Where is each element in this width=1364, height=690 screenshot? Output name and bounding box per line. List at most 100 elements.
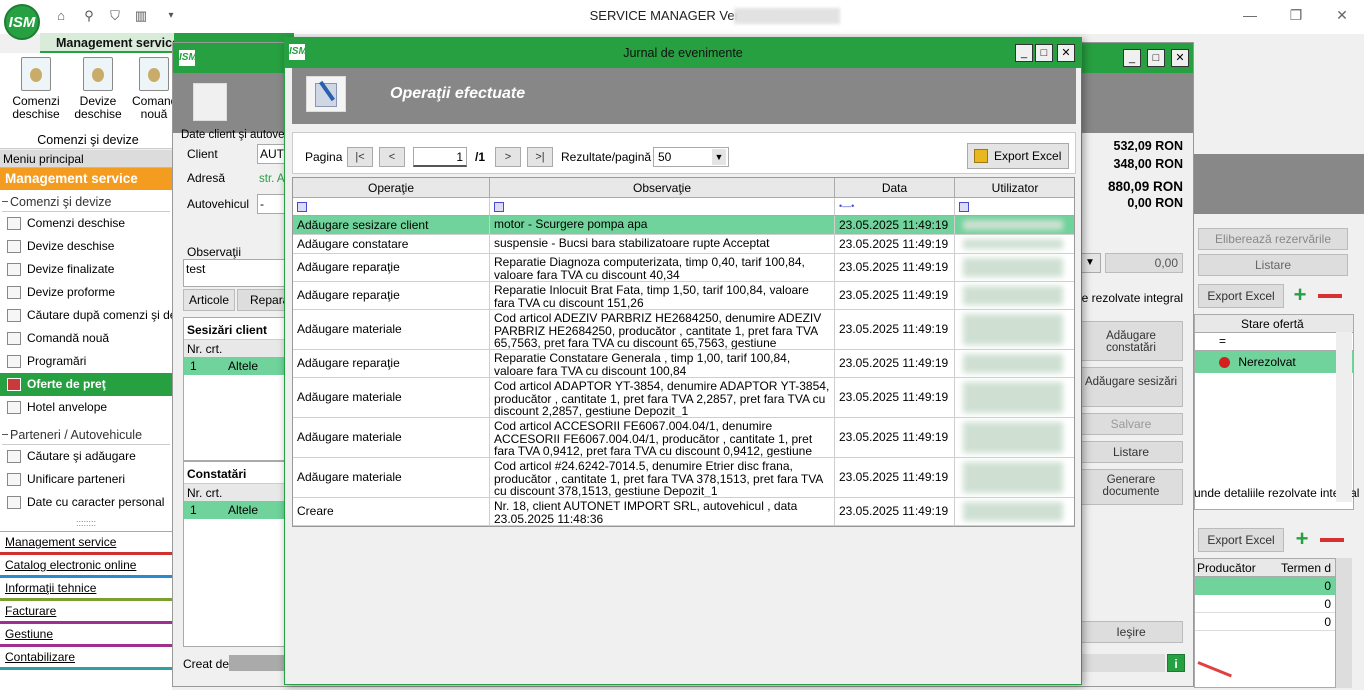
per-page-select[interactable]: 50 ▼ [653,147,729,167]
table-row[interactable]: Adăugare materiale Cod articol ACCESORII… [293,418,1074,458]
customize-icon[interactable]: ▾ [162,8,180,24]
sidebar-item-price-offers[interactable]: Oferte de preţ [0,373,172,396]
info-icon[interactable]: i [1167,654,1185,672]
save-button[interactable]: Salvare [1079,413,1183,435]
table-row[interactable]: Adăugare sesizare client motor - Scurger… [293,216,1074,235]
table-row[interactable]: Creare Nr. 18, client AUTONET IMPORT SRL… [293,498,1074,526]
constatari-row[interactable]: 1 Altele [184,501,284,519]
sidebar-item-finalized-quotes[interactable]: Devize finalizate [0,258,172,281]
sidebar-item-open-quotes[interactable]: Devize deschise [0,235,172,258]
offer-close-button[interactable]: ✕ [1171,49,1189,67]
nav-accounting[interactable]: Contabilizare [0,647,172,670]
last-page-button[interactable]: >| [527,147,553,167]
col-operatie[interactable]: Operaţie [293,178,490,198]
client-field[interactable]: AUTONET IMPORT SRL [257,144,285,164]
offer-minimize-button[interactable]: _ [1123,49,1141,67]
filter-data[interactable]: •—• [835,198,955,216]
bottom-scrollbar[interactable] [1336,558,1352,688]
home-icon[interactable]: ⌂ [52,8,70,24]
vehicle-field[interactable]: - [257,194,285,214]
export-excel-2-button[interactable]: Export Excel [1198,528,1284,552]
table-row[interactable]: Adăugare reparaţie Reparatie Constatare … [293,350,1074,378]
ribbon-new-order-button[interactable]: Comandă nouă [132,57,176,121]
event-log-maximize-button[interactable]: □ [1035,44,1053,62]
free-reservations-button[interactable]: Eliberează rezervările [1198,228,1348,250]
add-2-icon[interactable]: + [1290,528,1314,552]
prev-page-button[interactable]: < [379,147,405,167]
export-excel-button[interactable]: Export Excel [1198,284,1284,308]
sidebar-item-proforma-quotes[interactable]: Devize proforme [0,281,172,304]
filter-observatie[interactable] [490,198,835,216]
nav-inventory[interactable]: Gestiune [0,624,172,647]
add-sesizari-button[interactable]: Adăugare sesizări [1079,367,1183,407]
bottom-row-1[interactable]: 0 [1195,577,1335,595]
user-redacted [963,258,1063,277]
ribbon-open-quotes-button[interactable]: Devize deschise [70,57,126,121]
sesizari-row[interactable]: 1 Altele [184,357,284,375]
generate-documents-button[interactable]: Generare documente [1079,469,1183,505]
barcode-icon[interactable]: ▥ [132,8,150,24]
close-button[interactable]: ✕ [1330,6,1354,24]
right-scrollbar[interactable] [1336,332,1352,502]
search-icon[interactable]: ⚲ [80,8,98,24]
stare-filter[interactable]: = [1195,333,1353,351]
col-data[interactable]: Data [835,178,955,198]
bottom-row-3[interactable]: 0 [1195,613,1335,631]
table-row[interactable]: Adăugare materiale Cod articol ADAPTOR Y… [293,378,1074,418]
add-constatari-button[interactable]: Adăugare constatări [1079,321,1183,361]
offer-maximize-button[interactable]: □ [1147,49,1165,67]
remove-2-icon[interactable] [1320,528,1344,552]
ribbon-tab-management[interactable]: Management service [40,33,174,53]
listing-right-button[interactable]: Listare [1198,254,1348,276]
ribbon-open-orders-button[interactable]: Comenzi deschise [8,57,64,121]
col-utilizator[interactable]: Utilizator [955,178,1074,198]
listing-button[interactable]: Listare [1079,441,1183,463]
remove-icon[interactable] [1318,284,1342,308]
export-excel-modal-button[interactable]: Export Excel [967,143,1069,169]
tab-repairs[interactable]: Reparaţii [237,289,285,311]
amount-field[interactable]: 0,00 [1105,253,1183,273]
quotes-icon [83,57,113,91]
tab-articles[interactable]: Articole [183,289,235,311]
nav-tech-info[interactable]: Informaţii tehnice [0,578,172,601]
sidebar-group-orders[interactable]: Comenzi şi devize [2,192,170,212]
user-redacted [963,502,1063,521]
add-icon[interactable]: + [1288,284,1312,308]
chevron-down-icon: ▼ [712,149,726,165]
filter-icon[interactable]: ⛉ [106,8,124,24]
sidebar-item-appointments[interactable]: Programări [0,350,172,373]
sidebar-item-open-orders[interactable]: Comenzi deschise [0,212,172,235]
right-grid-row[interactable]: Nerezolvat [1195,351,1353,373]
first-page-button[interactable]: |< [347,147,373,167]
sidebar-group-partners[interactable]: Parteneri / Autovehicule [2,425,170,445]
event-log-close-button[interactable]: ✕ [1057,44,1075,62]
table-row[interactable]: Adăugare reparaţie Reparatie Inlocuit Br… [293,282,1074,310]
table-row[interactable]: Adăugare materiale Cod articol #24.6242-… [293,458,1074,498]
nav-management-service[interactable]: Management service [0,532,172,555]
observations-field[interactable]: test [183,259,285,287]
table-row[interactable]: Adăugare reparaţie Reparatie Diagnoza co… [293,254,1074,282]
sidebar-item-new-order[interactable]: Comandă nouă [0,327,172,350]
bottom-row-2[interactable]: 0 [1195,595,1335,613]
sidebar-item-tire-hotel[interactable]: Hotel anvelope [0,396,172,419]
minimize-button[interactable]: — [1238,6,1262,24]
table-row[interactable]: Adăugare materiale Cod articol ADEZIV PA… [293,310,1074,350]
filter-operatie[interactable] [293,198,490,216]
next-page-button[interactable]: > [495,147,521,167]
sidebar-item-search-orders[interactable]: Căutare după comenzi şi devize [0,304,172,327]
sidebar-item-search-add[interactable]: Căutare şi adăugare [0,445,172,468]
nav-catalog[interactable]: Catalog electronic online [0,555,172,578]
amount-dropdown-button[interactable]: ▼ [1079,253,1101,273]
page-input[interactable]: 1 [413,147,467,167]
table-row[interactable]: Adăugare constatare suspensie - Bucsi ba… [293,235,1074,254]
col-observatie[interactable]: Observaţie [490,178,835,198]
event-log-minimize-button[interactable]: _ [1015,44,1033,62]
exit-button[interactable]: Ieşire [1079,621,1183,643]
sidebar-item-personal-data[interactable]: Date cu caracter personal [0,491,172,514]
nav-invoicing[interactable]: Facturare [0,601,172,624]
splitter-grip[interactable]: :::::::: [0,518,172,532]
restore-button[interactable]: ❐ [1284,6,1308,24]
total-1: 532,09 RON [1113,139,1183,153]
filter-utilizator[interactable] [955,198,1074,216]
sidebar-item-merge-partners[interactable]: Unificare parteneri [0,468,172,491]
